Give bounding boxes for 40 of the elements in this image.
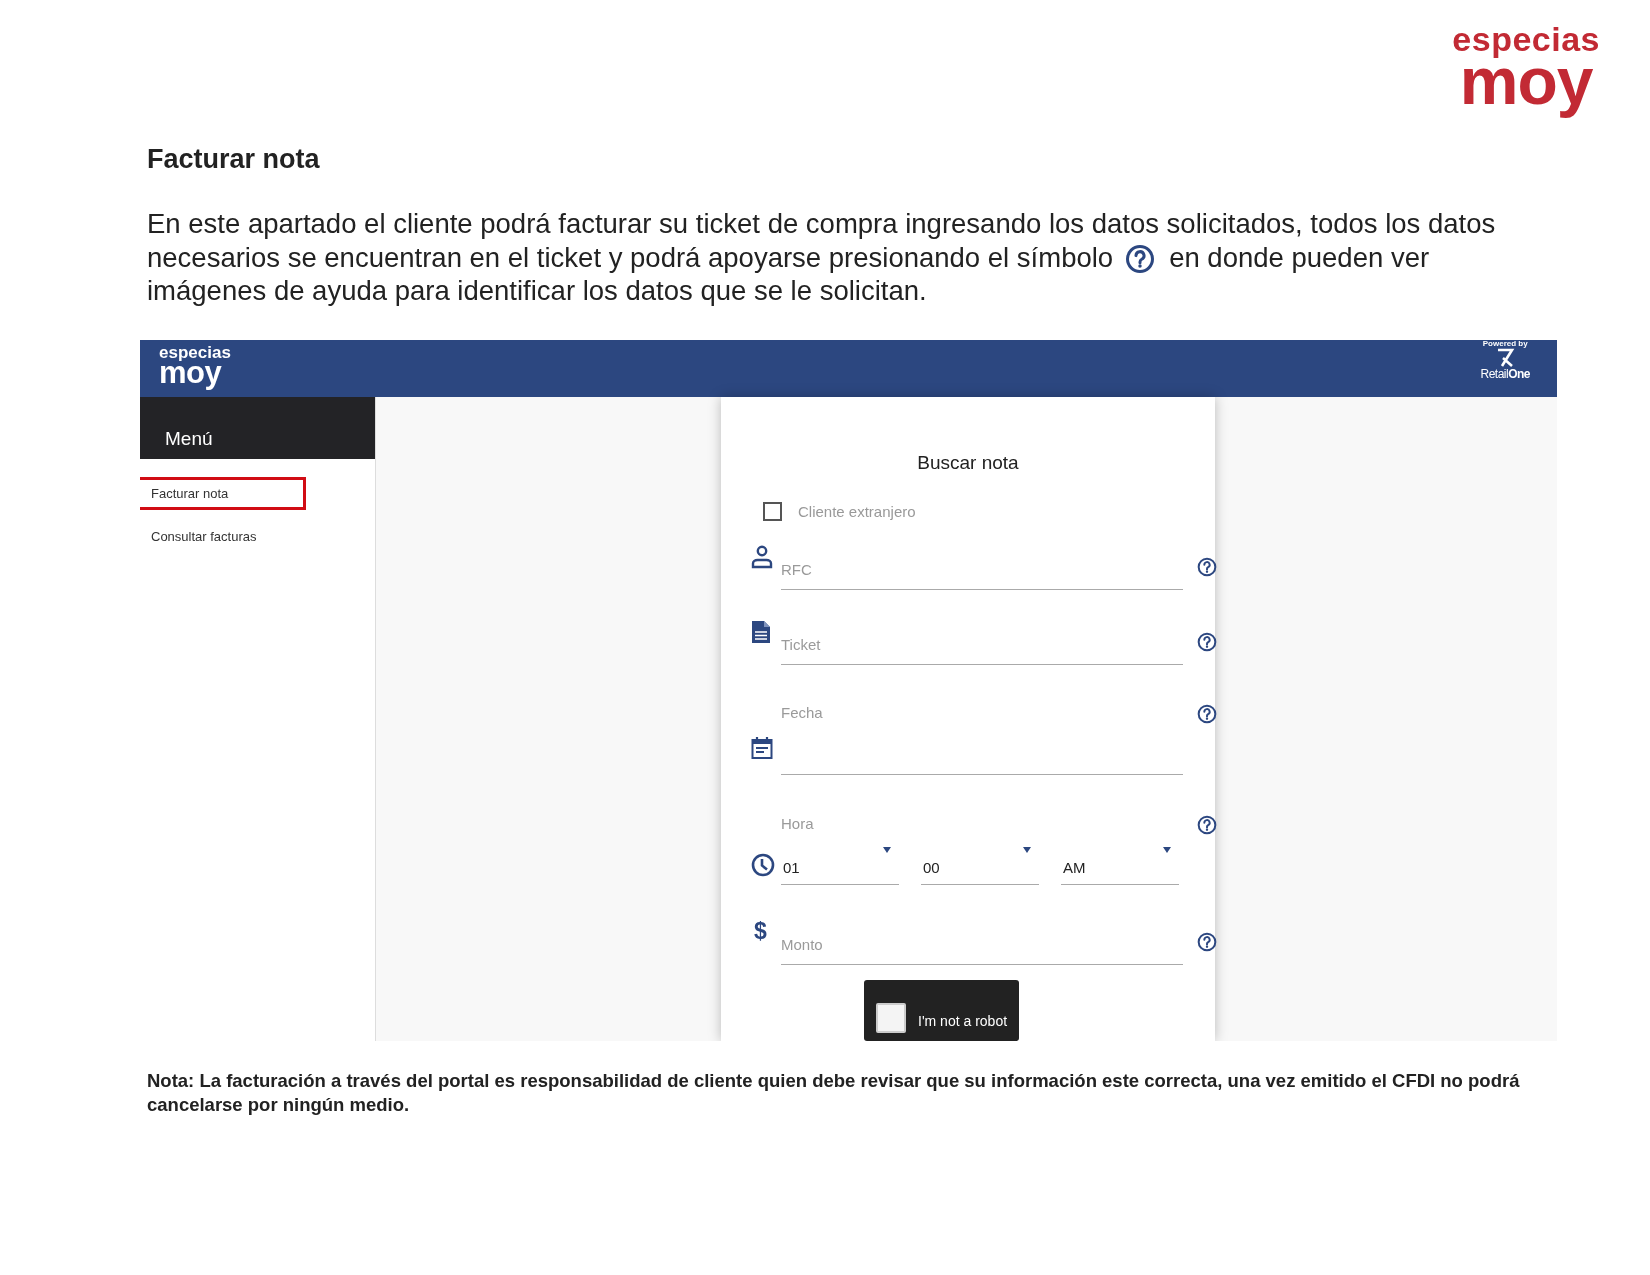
field-label: Fecha [781, 703, 824, 721]
help-icon[interactable] [1197, 703, 1217, 724]
checkbox[interactable] [763, 501, 782, 521]
dropdown-field[interactable]: AM [1061, 850, 1179, 885]
help-icon[interactable] [1197, 931, 1217, 952]
help-icon[interactable] [1197, 814, 1217, 835]
captcha-checkbox[interactable] [876, 1002, 906, 1033]
input-field[interactable]: RFC [781, 553, 1183, 590]
intro-text: en donde pueden ver [1169, 241, 1430, 273]
person-icon [751, 544, 773, 569]
caret-icon [1023, 846, 1031, 853]
checkbox-label: Cliente extranjero [798, 502, 916, 520]
caret-icon [883, 846, 891, 853]
date-input-field[interactable] [781, 772, 1183, 775]
clock-icon [751, 852, 775, 877]
page-heading: Facturar nota [147, 144, 321, 175]
document-icon [751, 619, 771, 644]
powered-by-text: Powered by [1482, 339, 1528, 348]
caret-icon [1163, 846, 1171, 853]
field-label: Hora [781, 814, 815, 832]
input-field[interactable]: Monto [781, 928, 1183, 965]
note-text: Nota: La facturación a través del portal es responsabilidad de cliente quien debe revisar que su información este correcta, una vez emitido el CFDI no podrá cancelarse por ningún medio. [147, 1068, 1521, 1117]
captcha-label: I'm not a robot [918, 1012, 1008, 1031]
intro-text: imágenes de ayuda para identificar los datos que se le solicitan. [147, 274, 928, 308]
sidebar-item[interactable]: Facturar nota [140, 476, 306, 510]
calendar-icon [751, 735, 773, 760]
intro-text: necesarios se encuentran en el ticket y podrá apoyarse presionando el símbolo [147, 241, 1114, 273]
dropdown-field[interactable]: 00 [921, 850, 1039, 885]
menu-title: Menú [140, 396, 375, 459]
dollar-icon: $ [754, 919, 767, 943]
vendor-logo-icon [1495, 347, 1516, 368]
form-title: Buscar nota [917, 451, 1019, 474]
help-icon[interactable] [1197, 631, 1217, 652]
help-icon [1125, 244, 1156, 275]
vendor-logo-text: RetailOne [1480, 367, 1530, 380]
dropdown-field[interactable]: 01 [781, 850, 899, 885]
intro-text: En este apartado el cliente podrá facturar su ticket de compra ingresando los datos solicitados, todos los datos [147, 207, 1497, 241]
input-field[interactable]: Ticket [781, 628, 1183, 665]
help-icon[interactable] [1197, 556, 1217, 577]
sidebar-item[interactable]: Consultar facturas [140, 519, 306, 553]
